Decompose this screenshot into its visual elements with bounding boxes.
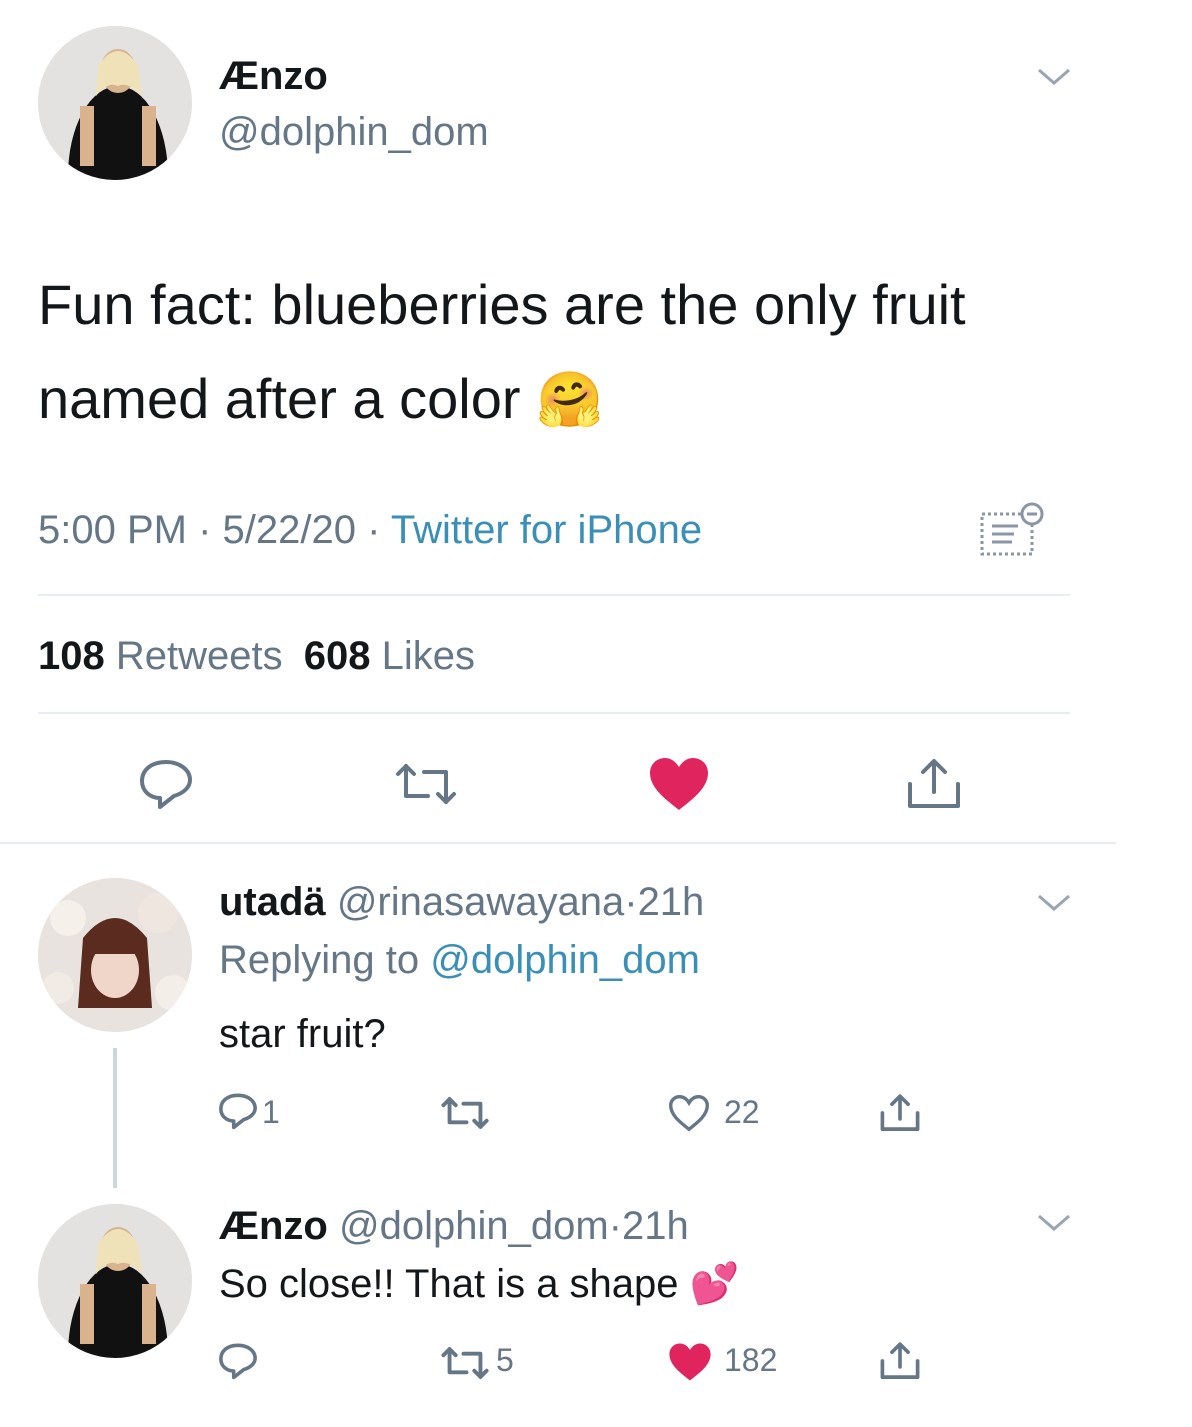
avatar-utada[interactable] [38,878,192,1032]
reply-count: 1 [262,1094,280,1130]
reply-icon[interactable] [138,758,194,810]
author-handle[interactable]: @dolphin_dom [219,110,489,155]
reply-text: star fruit? [219,1012,386,1056]
avatar-enzo[interactable] [38,1204,192,1358]
divider [38,594,1070,596]
reply-icon[interactable] [218,1342,258,1380]
tweet-meta: 5:00 PM · 5/22/20 · Twitter for iPhone [38,508,702,553]
share-icon[interactable] [878,1092,922,1134]
tweet-source-link[interactable]: Twitter for iPhone [391,508,702,552]
retweet-icon[interactable] [394,762,458,806]
thread-line [113,1048,117,1188]
reply-author-name[interactable]: utadä [219,880,326,924]
retweet-count: 5 [496,1342,514,1378]
divider [38,712,1070,714]
avatar-enzo[interactable] [38,26,192,180]
reply-header: Ænzo @dolphin_dom·21h [219,1204,689,1249]
reply-author-handle[interactable]: @dolphin_dom [339,1204,609,1248]
like-label: Likes [381,634,476,678]
retweet-icon[interactable] [440,1346,490,1380]
tweet-text: Fun fact: blueberries are the only fruit… [38,258,1098,447]
reply-icon[interactable] [218,1092,258,1130]
share-icon[interactable] [878,1340,922,1382]
like-count: 22 [724,1094,760,1130]
author-name[interactable]: Ænzo [219,54,328,99]
chevron-down-icon[interactable] [1036,1212,1072,1234]
engagement-stats: 108 Retweets 608 Likes [38,634,475,679]
reply-age: 21h [637,880,705,924]
reply-author-name[interactable]: Ænzo [219,1204,328,1248]
retweet-count: 108 [38,634,105,678]
reply-body: So close!! That is a shape [219,1262,679,1306]
heart-outline-icon[interactable] [668,1094,710,1132]
meta-separator: · [198,508,212,552]
like-stat[interactable]: 608 Likes [304,634,475,678]
replying-to-handle[interactable]: @dolphin_dom [430,938,700,982]
retweet-label: Retweets [115,634,283,678]
tweet-time: 5:00 PM [38,508,187,552]
share-icon[interactable] [904,756,964,812]
replying-label: Replying to [219,938,420,982]
reply-author-handle[interactable]: @rinasawayana [337,880,624,924]
retweet-stat[interactable]: 108 Retweets [38,634,294,678]
analytics-icon[interactable] [978,500,1048,560]
heart-icon[interactable] [668,1342,712,1382]
two-hearts-emoji: 💕 [689,1262,740,1306]
tweet-date: 5/22/20 [222,508,357,552]
retweet-icon[interactable] [440,1096,490,1130]
reply-age: 21h [622,1204,689,1248]
tweet-body: Fun fact: blueberries are the only fruit… [38,273,966,430]
meta-separator: · [624,880,638,924]
hugging-face-emoji: 🤗 [536,370,604,430]
like-count: 182 [724,1342,778,1378]
heart-icon[interactable] [648,756,710,812]
like-count: 608 [303,634,371,678]
replying-to: Replying to @dolphin_dom [219,938,700,983]
meta-separator: · [608,1204,622,1248]
reply-header: utadä @rinasawayana·21h [219,880,704,925]
reply-text: So close!! That is a shape 💕 [219,1260,739,1307]
chevron-down-icon[interactable] [1036,66,1072,88]
divider [0,842,1116,844]
meta-separator: · [367,508,381,552]
chevron-down-icon[interactable] [1036,892,1072,914]
